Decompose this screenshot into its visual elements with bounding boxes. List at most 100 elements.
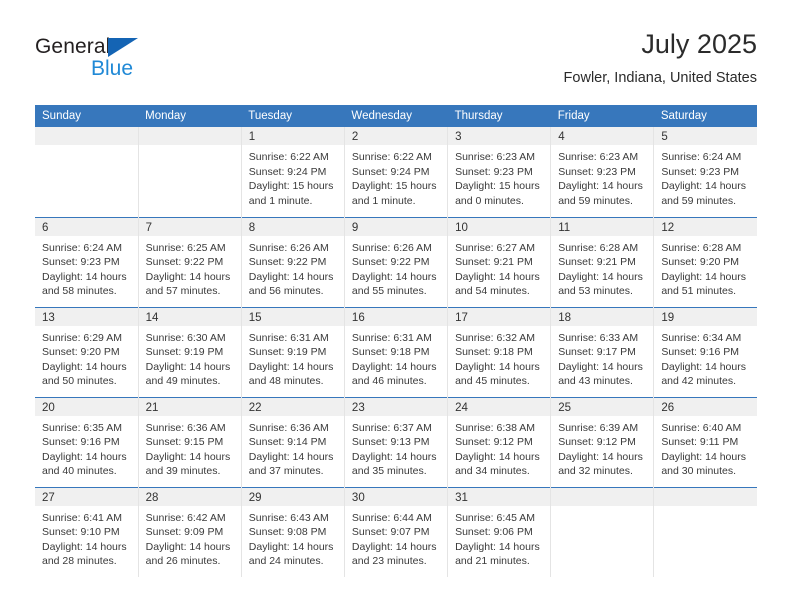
calendar-week-row: 27 Sunrise: 6:41 AM Sunset: 9:10 PM Dayligh… <box>35 486 757 577</box>
calendar-day-cell[interactable]: 21 Sunrise: 6:36 AM Sunset: 9:15 PM Dayligh… <box>138 396 242 487</box>
calendar-day-cell[interactable]: 30 Sunrise: 6:44 AM Sunset: 9:07 PM Dayligh… <box>344 486 449 577</box>
calendar-day-cell[interactable]: 29 Sunrise: 6:43 AM Sunset: 9:08 PM Dayligh… <box>241 486 345 577</box>
calendar-day-cell[interactable]: 27 Sunrise: 6:41 AM Sunset: 9:10 PM Dayligh… <box>35 486 139 577</box>
logo-text-blue: Blue <box>91 57 134 80</box>
daylight-duration-line1: Daylight: 14 hours <box>558 270 643 283</box>
daylight-duration-line2: and 59 minutes. <box>661 194 737 207</box>
daylight-duration-line2: and 45 minutes. <box>455 375 530 388</box>
calendar-day-cell[interactable]: 15 Sunrise: 6:31 AM Sunset: 9:19 PM Dayligh… <box>241 306 345 397</box>
calendar-day-cell[interactable]: 5 Sunrise: 6:24 AM Sunset: 9:23 PM Daylight… <box>654 127 757 217</box>
calendar-day-cell[interactable]: 13 Sunrise: 6:29 AM Sunset: 9:20 PM Dayligh… <box>35 306 139 397</box>
day-sun-info: Sunrise: 6:26 AM Sunset: 9:22 PM Daylight:… <box>242 236 344 299</box>
calendar-day-cell[interactable]: 24 Sunrise: 6:38 AM Sunset: 9:12 PM Dayligh… <box>447 396 552 487</box>
day-number: 14 <box>138 307 241 326</box>
day-number: 6 <box>35 217 138 236</box>
sunset-time: Sunset: 9:23 PM <box>455 165 533 178</box>
day-sun-info: Sunrise: 6:22 AM Sunset: 9:24 PM Daylight:… <box>242 145 344 208</box>
day-sun-info: Sunrise: 6:34 AM Sunset: 9:16 PM Daylight:… <box>654 326 757 389</box>
sunrise-time: Sunrise: 6:38 AM <box>455 421 536 434</box>
sunrise-time: Sunrise: 6:28 AM <box>558 241 639 254</box>
sunset-time: Sunset: 9:20 PM <box>661 256 739 269</box>
weekday-header-sunday: Sunday <box>35 105 139 127</box>
day-sun-info: Sunrise: 6:32 AM Sunset: 9:18 PM Daylight:… <box>448 326 550 389</box>
sunrise-sunset-calendar: Sunday Monday Tuesday Wednesday Thursday… <box>35 105 757 577</box>
calendar-day-cell[interactable]: 28 Sunrise: 6:42 AM Sunset: 9:09 PM Dayligh… <box>138 486 242 577</box>
daylight-duration-line2: and 1 minute. <box>248 194 313 207</box>
calendar-week-row: 6 Sunrise: 6:24 AM Sunset: 9:23 PM Daylight… <box>35 216 757 307</box>
calendar-day-cell[interactable]: 2 Sunrise: 6:22 AM Sunset: 9:24 PM Daylight… <box>344 127 449 217</box>
day-sun-info: Sunrise: 6:36 AM Sunset: 9:14 PM Daylight:… <box>242 416 344 479</box>
calendar-day-cell[interactable]: 8 Sunrise: 6:26 AM Sunset: 9:22 PM Daylight… <box>241 216 345 307</box>
sunset-time: Sunset: 9:16 PM <box>661 346 739 359</box>
day-number: 17 <box>448 307 551 326</box>
daylight-duration-line1: Daylight: 14 hours <box>351 540 437 553</box>
calendar-day-cell[interactable]: 7 Sunrise: 6:25 AM Sunset: 9:22 PM Daylight… <box>138 216 242 307</box>
sunset-time: Sunset: 9:12 PM <box>455 436 533 449</box>
daylight-duration-line1: Daylight: 14 hours <box>145 360 231 373</box>
calendar-body: 1 Sunrise: 6:22 AM Sunset: 9:24 PM Daylight… <box>35 127 757 577</box>
calendar-day-cell[interactable]: 18 Sunrise: 6:33 AM Sunset: 9:17 PM Dayligh… <box>550 306 655 397</box>
daylight-duration-line2: and 53 minutes. <box>558 285 633 298</box>
day-number: 18 <box>551 307 654 326</box>
calendar-day-cell[interactable]: 22 Sunrise: 6:36 AM Sunset: 9:14 PM Dayligh… <box>241 396 345 487</box>
day-sun-info: Sunrise: 6:33 AM Sunset: 9:17 PM Daylight:… <box>551 326 653 389</box>
day-number: 19 <box>654 307 757 326</box>
daylight-duration-line1: Daylight: 14 hours <box>248 450 334 463</box>
calendar-day-cell[interactable]: 20 Sunrise: 6:35 AM Sunset: 9:16 PM Dayligh… <box>35 396 139 487</box>
calendar-day-cell[interactable]: 19 Sunrise: 6:34 AM Sunset: 9:16 PM Dayligh… <box>653 306 757 397</box>
sunrise-time: Sunrise: 6:29 AM <box>42 331 122 344</box>
weekday-header-saturday: Saturday <box>653 105 757 127</box>
sunset-time: Sunset: 9:07 PM <box>351 526 430 539</box>
weekday-header-monday: Monday <box>138 105 242 127</box>
calendar-day-cell[interactable]: 23 Sunrise: 6:37 AM Sunset: 9:13 PM Dayligh… <box>344 396 449 487</box>
day-sun-info: Sunrise: 6:25 AM Sunset: 9:22 PM Daylight:… <box>139 236 241 299</box>
calendar-day-cell[interactable]: 3 Sunrise: 6:23 AM Sunset: 9:23 PM Daylight… <box>447 127 552 217</box>
daylight-duration-line2: and 37 minutes. <box>248 465 324 478</box>
daylight-duration-line2: and 30 minutes. <box>661 465 737 478</box>
calendar-day-cell[interactable]: 6 Sunrise: 6:24 AM Sunset: 9:23 PM Daylight… <box>35 216 139 307</box>
day-sun-info: Sunrise: 6:26 AM Sunset: 9:22 PM Daylight:… <box>345 236 447 299</box>
sunset-time: Sunset: 9:21 PM <box>558 256 636 269</box>
sunrise-time: Sunrise: 6:36 AM <box>248 421 329 434</box>
page-header: General Blue July 2025 Fowler, Indiana, … <box>35 28 757 100</box>
calendar-day-cell[interactable]: 11 Sunrise: 6:28 AM Sunset: 9:21 PM Dayligh… <box>550 216 655 307</box>
calendar-day-cell[interactable]: 16 Sunrise: 6:31 AM Sunset: 9:18 PM Dayligh… <box>344 306 449 397</box>
sunrise-time: Sunrise: 6:33 AM <box>558 331 639 344</box>
calendar-day-cell[interactable]: 9 Sunrise: 6:26 AM Sunset: 9:22 PM Daylight… <box>344 216 449 307</box>
daylight-duration-line2: and 34 minutes. <box>455 465 530 478</box>
sunrise-time: Sunrise: 6:31 AM <box>351 331 432 344</box>
day-number: 12 <box>654 217 757 236</box>
day-sun-info: Sunrise: 6:28 AM Sunset: 9:20 PM Daylight:… <box>654 236 757 299</box>
calendar-day-cell[interactable]: 17 Sunrise: 6:32 AM Sunset: 9:18 PM Dayligh… <box>447 306 552 397</box>
daylight-duration-line1: Daylight: 14 hours <box>661 360 746 373</box>
daylight-duration-line1: Daylight: 14 hours <box>661 270 746 283</box>
calendar-day-cell[interactable]: 1 Sunrise: 6:22 AM Sunset: 9:24 PM Daylight… <box>241 127 345 217</box>
calendar-day-cell[interactable]: 26 Sunrise: 6:40 AM Sunset: 9:11 PM Dayligh… <box>653 396 757 487</box>
daylight-duration-line1: Daylight: 14 hours <box>145 450 231 463</box>
sunrise-time: Sunrise: 6:27 AM <box>455 241 536 254</box>
daylight-duration-line1: Daylight: 14 hours <box>351 450 437 463</box>
sunset-time: Sunset: 9:14 PM <box>248 436 327 449</box>
day-sun-info: Sunrise: 6:40 AM Sunset: 9:11 PM Daylight:… <box>654 416 757 479</box>
sunrise-time: Sunrise: 6:23 AM <box>558 151 639 163</box>
day-sun-info: Sunrise: 6:37 AM Sunset: 9:13 PM Daylight:… <box>345 416 447 479</box>
calendar-day-cell[interactable]: 31 Sunrise: 6:45 AM Sunset: 9:06 PM Dayligh… <box>447 486 552 577</box>
calendar-day-cell[interactable]: 12 Sunrise: 6:28 AM Sunset: 9:20 PM Dayligh… <box>653 216 757 307</box>
daylight-duration-line2: and 26 minutes. <box>145 555 221 568</box>
daylight-duration-line1: Daylight: 14 hours <box>351 360 437 373</box>
weekday-header-wednesday: Wednesday <box>344 105 448 127</box>
daylight-duration-line1: Daylight: 14 hours <box>145 270 231 283</box>
daylight-duration-line2: and 28 minutes. <box>42 555 117 568</box>
sunrise-time: Sunrise: 6:24 AM <box>42 241 122 254</box>
sunrise-time: Sunrise: 6:45 AM <box>455 511 536 524</box>
calendar-day-cell[interactable]: 4 Sunrise: 6:23 AM Sunset: 9:23 PM Daylight… <box>550 127 655 217</box>
general-blue-logo[interactable]: General Blue <box>35 36 235 92</box>
sunrise-time: Sunrise: 6:32 AM <box>455 331 536 344</box>
sunset-time: Sunset: 9:21 PM <box>455 256 533 269</box>
calendar-day-cell-empty <box>653 486 757 577</box>
calendar-day-cell[interactable]: 10 Sunrise: 6:27 AM Sunset: 9:21 PM Dayligh… <box>447 216 552 307</box>
calendar-day-cell[interactable]: 14 Sunrise: 6:30 AM Sunset: 9:19 PM Dayligh… <box>138 306 242 397</box>
daylight-duration-line2: and 54 minutes. <box>455 285 530 298</box>
sunset-time: Sunset: 9:22 PM <box>351 256 430 269</box>
calendar-day-cell[interactable]: 25 Sunrise: 6:39 AM Sunset: 9:12 PM Dayligh… <box>550 396 655 487</box>
